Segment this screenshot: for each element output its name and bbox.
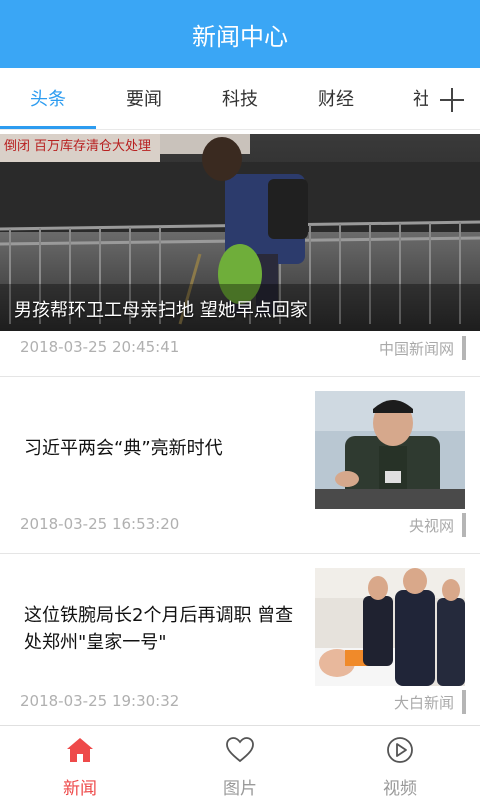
news-thumbnail: [315, 568, 465, 686]
news-card[interactable]: 习近平两会“典”亮新时代 2018-03-25 16:53:20 央视网: [0, 377, 480, 554]
hero-headline: 男孩帮环卫工母亲扫地 望她早点回家: [14, 300, 308, 321]
news-source: 央视网: [408, 517, 454, 535]
app-header: 新闻中心: [0, 0, 480, 68]
source-marker: [462, 336, 466, 360]
source-marker: [462, 690, 466, 714]
tab-tech[interactable]: 科技: [192, 68, 288, 129]
nav-news-label: 新闻: [63, 779, 97, 799]
tab-finance[interactable]: 财经: [288, 68, 384, 129]
add-tab-button[interactable]: [436, 84, 468, 116]
tab-society[interactable]: 社: [400, 68, 428, 129]
bottom-nav: 新闻 图片 视频: [0, 725, 480, 800]
hero-source: 中国新闻网: [378, 340, 454, 358]
nav-video[interactable]: 视频: [320, 726, 480, 801]
nav-pictures[interactable]: 图片: [160, 726, 320, 801]
news-headline: 习近平两会“典”亮新时代: [24, 438, 223, 459]
news-source: 大白新闻: [393, 694, 454, 712]
source-marker: [462, 513, 466, 537]
tab-headline[interactable]: 头条: [0, 68, 96, 129]
nav-news[interactable]: 新闻: [0, 726, 160, 801]
hero-date: 2018-03-25 20:45:41: [20, 338, 180, 356]
page-title: 新闻中心: [192, 22, 288, 51]
news-feed[interactable]: 倒闭 百万库存清仓大处理 男孩帮环卫工母亲扫地 望她早点回家 2018-03-2…: [0, 131, 480, 725]
news-thumbnail: [315, 391, 465, 509]
home-icon: [67, 738, 93, 762]
hero-image: 倒闭 百万库存清仓大处理 男孩帮环卫工母亲扫地 望她早点回家: [0, 134, 480, 331]
heart-icon: [226, 737, 254, 763]
news-date: 2018-03-25 16:53:20: [20, 515, 180, 533]
news-card[interactable]: 这位铁腕局长2个月后再调职 曾查处郑州"皇家一号" 2018-03-25 19:…: [0, 554, 480, 725]
category-tabs: 头条 要闻 科技 财经 社: [0, 68, 480, 130]
news-headline: 这位铁腕局长2个月后再调职 曾查处郑州"皇家一号": [24, 605, 294, 653]
news-card-hero[interactable]: 倒闭 百万库存清仓大处理 男孩帮环卫工母亲扫地 望她早点回家 2018-03-2…: [0, 131, 480, 377]
sign-clearance: 百万库存清仓大处理: [34, 138, 151, 154]
tab-overflow: 社: [400, 68, 428, 129]
tab-important[interactable]: 要闻: [96, 68, 192, 129]
play-icon: [387, 737, 413, 763]
active-tab-indicator: [0, 126, 96, 129]
nav-pictures-label: 图片: [223, 779, 257, 799]
sign-closed: 倒闭: [4, 139, 30, 154]
news-date: 2018-03-25 19:30:32: [20, 692, 180, 710]
nav-video-label: 视频: [383, 779, 417, 799]
